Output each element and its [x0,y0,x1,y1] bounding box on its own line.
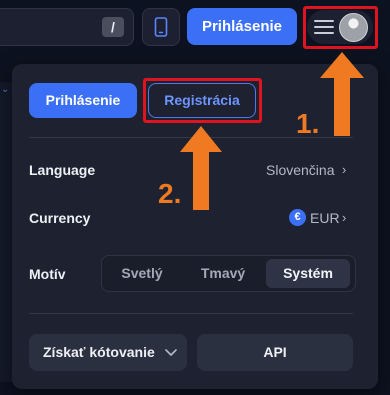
theme-option-dark[interactable]: Tmavý [186,259,260,288]
login-button[interactable]: Prihlásenie [29,83,137,118]
mobile-app-button[interactable] [142,8,180,46]
chevron-down-icon: ⌄ [1,84,10,95]
get-quote-label: Získať kótovanie [43,344,155,360]
annotation-step-2: 2. [158,178,182,209]
language-label: Language [29,162,96,178]
currency-label: Currency [29,210,91,226]
mobile-phone-icon [154,17,168,37]
theme-label: Motív [29,266,66,282]
highlight-box-register [143,78,262,123]
theme-option-light[interactable]: Svetlý [106,259,178,288]
theme-option-system[interactable]: Systém [266,259,350,288]
euro-icon: € [289,209,306,226]
annotation-step-1: 1. [296,108,320,139]
divider [29,313,353,314]
search-shortcut-key: / [102,17,124,37]
chevron-right-icon: › [342,210,347,225]
header-login-button[interactable]: Prihlásenie [187,8,297,45]
currency-value[interactable]: EUR [310,210,340,226]
language-value[interactable]: Slovenčina [266,162,335,178]
chevron-right-icon: › [342,162,347,177]
annotation-arrow-up-2 [180,126,222,210]
chevron-down-icon [164,349,177,357]
api-button[interactable]: API [197,334,353,371]
highlight-box-menu [303,6,378,49]
background-page [0,82,12,382]
annotation-arrow-up-1 [320,52,364,136]
get-quote-button[interactable]: Získať kótovanie [29,334,187,371]
